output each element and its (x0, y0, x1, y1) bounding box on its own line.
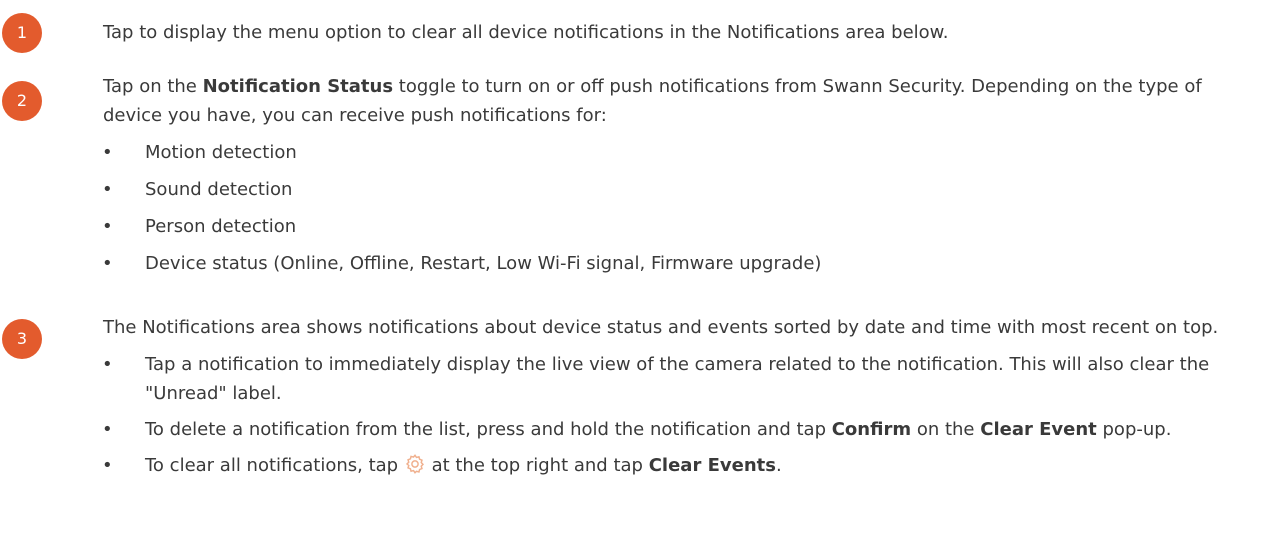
list-item: • Motion detection (102, 138, 1263, 175)
step-3-description: The Notifications area shows notificatio… (103, 317, 1219, 338)
bullet: • (102, 419, 113, 440)
bullet: • (102, 455, 113, 476)
bullet: • (102, 179, 113, 200)
list-item: • Sound detection (102, 175, 1263, 212)
bullet: • (102, 253, 113, 274)
list-item: • To delete a notification from the list,… (102, 415, 1263, 444)
gear-icon (404, 453, 426, 475)
step-number-badge: 3 (2, 319, 42, 359)
list-item: • Person detection (102, 212, 1263, 249)
list-item: • To clear all notifications, tap at the … (102, 451, 1263, 480)
step-3-text: The Notifications area shows notificatio… (102, 313, 1263, 480)
step-2-text: Tap on the Notification Status toggle to… (102, 72, 1263, 286)
list-item: • Tap a notification to immediately displ… (102, 350, 1263, 408)
bullet: • (102, 142, 113, 163)
step-1-description: Tap to display the menu option to clear … (103, 22, 949, 43)
clear-event-term: Clear Event (980, 419, 1097, 440)
notifications-actions-list: • Tap a notification to immediately displ… (102, 350, 1263, 480)
step-2-description: Tap on the Notification Status toggle to… (103, 76, 1202, 126)
clear-events-term: Clear Events (648, 455, 776, 476)
push-notification-types-list: • Motion detection • Sound detection • Pers… (102, 138, 1263, 286)
list-item: • Device status (Online, Offline, Restart… (102, 249, 1263, 286)
bullet: • (102, 216, 113, 237)
step-number-badge: 1 (2, 13, 42, 53)
step-1-text: Tap to display the menu option to clear … (103, 18, 1263, 47)
confirm-term: Confirm (831, 419, 912, 440)
bullet: • (102, 354, 113, 375)
notification-status-term: Notification Status (202, 76, 394, 97)
step-number-badge: 2 (2, 81, 42, 121)
